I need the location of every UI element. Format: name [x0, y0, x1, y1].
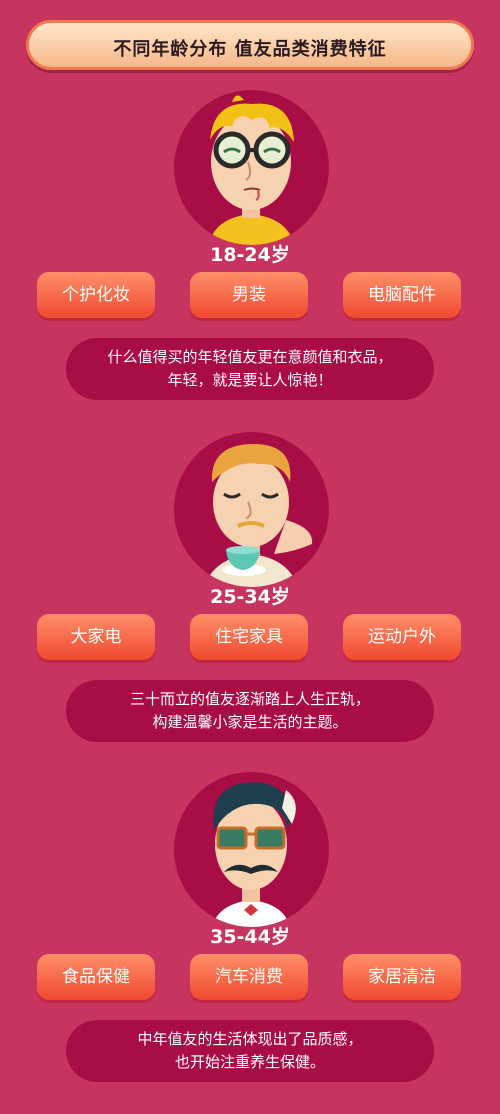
description-bubble: 三十而立的值友逐渐踏上人生正轨， 构建温馨小家是生活的主题。 [66, 680, 434, 742]
description-line: 年轻，就是要让人惊艳！ [167, 371, 333, 389]
description-line: 中年值友的生活体现出了品质感， [137, 1030, 363, 1048]
avatar-young-man-glasses [174, 90, 329, 245]
category-tag[interactable]: 运动户外 [343, 614, 461, 660]
avatar-man-with-mustache [174, 772, 329, 927]
description-bubble: 什么值得买的年轻值友更在意颜值和衣品， 年轻，就是要让人惊艳！ [66, 338, 434, 400]
age-label: 35-44岁 [210, 926, 290, 948]
description-bubble: 中年值友的生活体现出了品质感， 也开始注重养生保健。 [66, 1020, 434, 1082]
description-line: 三十而立的值友逐渐踏上人生正轨， [129, 690, 370, 708]
category-tag[interactable]: 食品保健 [37, 954, 155, 1000]
category-tag[interactable]: 家居清洁 [343, 954, 461, 1000]
title-banner: 不同年龄分布 值友品类消费特征 [26, 20, 474, 70]
category-tag[interactable]: 大家电 [37, 614, 155, 660]
category-tag[interactable]: 住宅家具 [190, 614, 308, 660]
age-group-35-44: 35-44岁 食品保健 汽车消费 家居清洁 中年值友的生活体现出了品质感， 也开… [0, 772, 500, 1102]
age-label: 18-24岁 [210, 244, 290, 266]
category-tag[interactable]: 汽车消费 [190, 954, 308, 1000]
age-label: 25-34岁 [210, 586, 290, 608]
age-group-18-24: 18-24岁 个护化妆 男装 电脑配件 什么值得买的年轻值友更在意颜值和衣品， … [0, 90, 500, 420]
description-line: 也开始注重养生保健。 [174, 1053, 325, 1071]
avatar-man-with-coffee [174, 432, 329, 587]
category-tag[interactable]: 个护化妆 [37, 272, 155, 318]
category-tag[interactable]: 电脑配件 [343, 272, 461, 318]
category-tag[interactable]: 男装 [190, 272, 308, 318]
description-line: 构建温馨小家是生活的主题。 [152, 713, 348, 731]
description-line: 什么值得买的年轻值友更在意颜值和衣品， [107, 348, 393, 366]
banner-title: 不同年龄分布 值友品类消费特征 [113, 39, 387, 60]
age-group-25-34: 25-34岁 大家电 住宅家具 运动户外 三十而立的值友逐渐踏上人生正轨， 构建… [0, 432, 500, 762]
